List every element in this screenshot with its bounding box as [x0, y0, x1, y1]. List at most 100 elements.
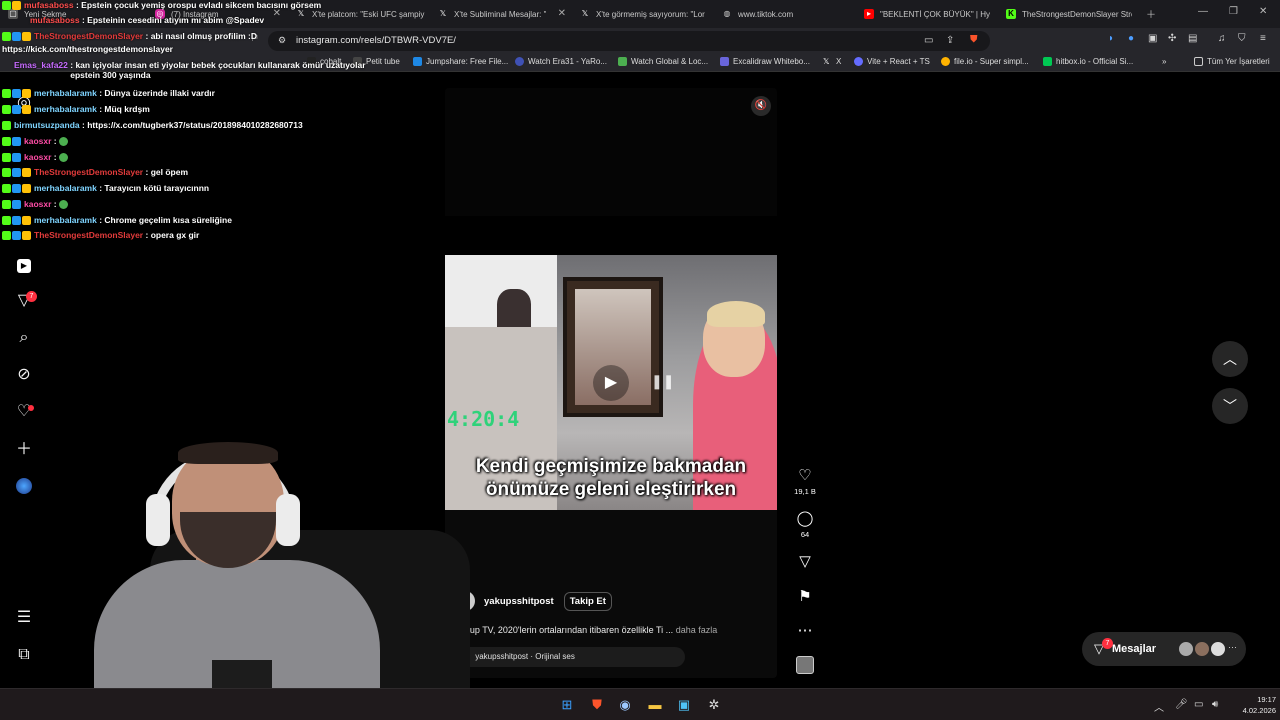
avatar: [1210, 641, 1226, 657]
send-icon[interactable]: ▽: [792, 553, 818, 571]
sidebar-icon[interactable]: ▤: [1188, 33, 1197, 44]
bookmark-label: hitbox.io - Official Si...: [1056, 57, 1134, 66]
bookmark[interactable]: Watch Era31 - YaRo...: [515, 57, 607, 66]
chat-message: Emas_kafa22 : kan içiyolar insan eti yiy…: [14, 60, 366, 80]
maximize-button[interactable]: ❐: [1229, 6, 1238, 17]
bookmark-icon: [515, 57, 524, 66]
mute-icon[interactable]: 🔇: [751, 96, 771, 116]
browser-tab[interactable]: 𝕏 X'te görmemiş sayıyorum: "Lor: [580, 3, 710, 25]
extension-icon[interactable]: ▣: [1148, 33, 1157, 44]
close-window-button[interactable]: ✕: [1259, 6, 1267, 17]
network-icon[interactable]: ▭: [1194, 699, 1203, 710]
more-options[interactable]: ⋯: [792, 622, 818, 640]
all-bookmarks[interactable]: Tüm Yer İşaretleri: [1194, 57, 1270, 66]
browser-tab[interactable]: 𝕏 X'te Subliminal Mesajlar: " ✕: [438, 3, 566, 25]
bookmark[interactable]: 𝕏X: [823, 57, 841, 66]
cast-icon[interactable]: ▭: [924, 35, 933, 46]
meta-apps-icon[interactable]: ⧉: [15, 646, 33, 664]
bookmark-label: Vite + React + TS: [867, 57, 930, 66]
follow-button[interactable]: Takip Et: [563, 591, 612, 611]
heart-icon[interactable]: ♡: [792, 467, 818, 485]
x-icon: 𝕏: [823, 57, 830, 66]
minimize-button[interactable]: —: [1198, 6, 1208, 17]
bookmark-label: Watch Era31 - YaRo...: [528, 57, 607, 66]
profile-avatar[interactable]: [15, 478, 33, 496]
vpn-icon[interactable]: ⛉: [1238, 33, 1246, 44]
description-text: Yakup TV, 2020'lerin ortalarından itibar…: [455, 625, 674, 635]
reel-description: Yakup TV, 2020'lerin ortalarından itibar…: [455, 625, 717, 635]
avatar: [1178, 641, 1194, 657]
bookmark[interactable]: file.io - Super simpl...: [941, 57, 1029, 66]
bookmark[interactable]: Watch Global & Loc...: [618, 57, 708, 66]
tab-title: www.tiktok.com: [738, 9, 794, 19]
save-action[interactable]: ⚑: [792, 588, 818, 606]
site-info-icon[interactable]: ⚙: [278, 35, 286, 46]
microphone-icon[interactable]: 🎤︎: [1175, 699, 1188, 710]
bookmark[interactable]: Vite + React + TS: [854, 57, 930, 66]
audio-thumbnail[interactable]: [792, 656, 818, 674]
caption-line: önümüze geleni eleştirirken: [485, 479, 737, 500]
browser-tab[interactable]: K TheStrongestDemonSlayer Stre: [1006, 3, 1132, 25]
globe-icon: ◍: [723, 9, 731, 18]
steam-icon[interactable]: ◉: [617, 697, 633, 713]
like-action[interactable]: ♡ 19,1 B: [792, 467, 818, 496]
headphones-right-cup: [276, 494, 300, 546]
extension-icon[interactable]: ◗: [1108, 33, 1114, 44]
more-menu-icon[interactable]: ☰: [15, 609, 33, 627]
caption-line: Kendi geçmişimize bakmadan: [475, 456, 747, 477]
bookmark-label: file.io - Super simpl...: [954, 57, 1029, 66]
next-reel-button[interactable]: ﹀: [1212, 388, 1248, 424]
explore-icon[interactable]: ⊘: [15, 366, 33, 384]
windows-start-icon[interactable]: ⊞: [559, 697, 575, 713]
tab-title: "BEKLENTİ ÇOK BÜYÜK" | Hyeo: [880, 9, 990, 19]
bookmark-label: Watch Global & Loc...: [631, 57, 709, 66]
reel-video[interactable]: 4:20:4 ▶ ❚❚ Kendi geçmişimize bakmadan ö…: [445, 255, 777, 510]
share-icon[interactable]: ⇪: [946, 35, 954, 46]
taskbar-clock[interactable]: 19:17 4.02.2026: [1228, 694, 1276, 716]
address-bar[interactable]: ⚙ instagram.com/reels/DTBWR-VDV7E/ ▭ ⇪ ⛊: [268, 31, 990, 51]
chat-message: kaosxr :: [2, 152, 69, 163]
close-tab-icon[interactable]: ✕: [558, 8, 566, 19]
volume-icon[interactable]: 🔊︎: [1212, 699, 1218, 710]
bookmark-icon[interactable]: ⚑: [792, 588, 818, 606]
more-options-icon[interactable]: ⋯: [792, 622, 818, 640]
tray-chevron-icon[interactable]: ︿: [1154, 699, 1164, 714]
author-name[interactable]: yakupsshitpost: [484, 596, 554, 607]
bookmark[interactable]: hitbox.io - Official Si...: [1043, 57, 1133, 66]
x-icon: 𝕏: [439, 9, 447, 18]
reels-icon[interactable]: ▶: [15, 255, 33, 273]
microphone: [212, 660, 272, 688]
browser-tab[interactable]: ▸ "BEKLENTİ ÇOK BÜYÜK" | Hyeo: [864, 3, 990, 25]
previous-reel-button[interactable]: ︿: [1212, 341, 1248, 377]
chat-message: TheStrongestDemonSlayer : gel öpem: [2, 167, 188, 178]
pause-icon[interactable]: ❚❚: [651, 373, 674, 390]
bookmark[interactable]: Jumpshare: Free File...: [413, 57, 508, 66]
app-icon[interactable]: ▣: [676, 697, 692, 713]
extension-icon[interactable]: ●: [1128, 33, 1134, 44]
new-tab-button[interactable]: ＋: [1146, 6, 1156, 21]
media-icon[interactable]: ♫: [1218, 33, 1226, 44]
menu-icon[interactable]: ≡: [1260, 33, 1266, 44]
bookmark[interactable]: Excalidraw Whitebo...: [720, 57, 810, 66]
extensions-puzzle-icon[interactable]: ✣: [1168, 33, 1176, 44]
more-link[interactable]: daha fazla: [676, 625, 718, 635]
more-avatars-icon: ⋯: [1228, 642, 1237, 652]
comment-action[interactable]: ◯ 64: [792, 510, 818, 539]
file-explorer-icon[interactable]: ▬: [647, 697, 663, 713]
brave-shield-icon[interactable]: ⛊: [970, 34, 978, 45]
tab-title: X'te platcom: "Eski UFC şampiy: [312, 9, 425, 19]
app-icon[interactable]: ✲: [706, 697, 722, 713]
create-icon[interactable]: ＋: [15, 441, 33, 459]
share-action[interactable]: ▽: [792, 553, 818, 571]
bookmark-icon: [720, 57, 729, 66]
audio-pill[interactable]: ♬ yakupsshitpost · Orijinal ses: [457, 647, 685, 667]
browser-tab[interactable]: ◍ www.tiktok.com: [722, 3, 852, 25]
play-icon[interactable]: ▶: [593, 365, 629, 401]
reel-card[interactable]: 🔇 4:20:4 ▶ ❚❚ Kendi geçmişimize bakmadan…: [445, 88, 777, 678]
messages-button[interactable]: ▽ 7 Mesajlar ⋯: [1082, 632, 1246, 666]
folder-icon: [1194, 57, 1203, 66]
search-icon[interactable]: ⌕: [15, 329, 33, 347]
brave-browser-icon[interactable]: ⛊: [589, 697, 605, 713]
comment-icon[interactable]: ◯: [792, 510, 818, 528]
bookmarks-overflow-icon[interactable]: »: [1162, 57, 1166, 66]
